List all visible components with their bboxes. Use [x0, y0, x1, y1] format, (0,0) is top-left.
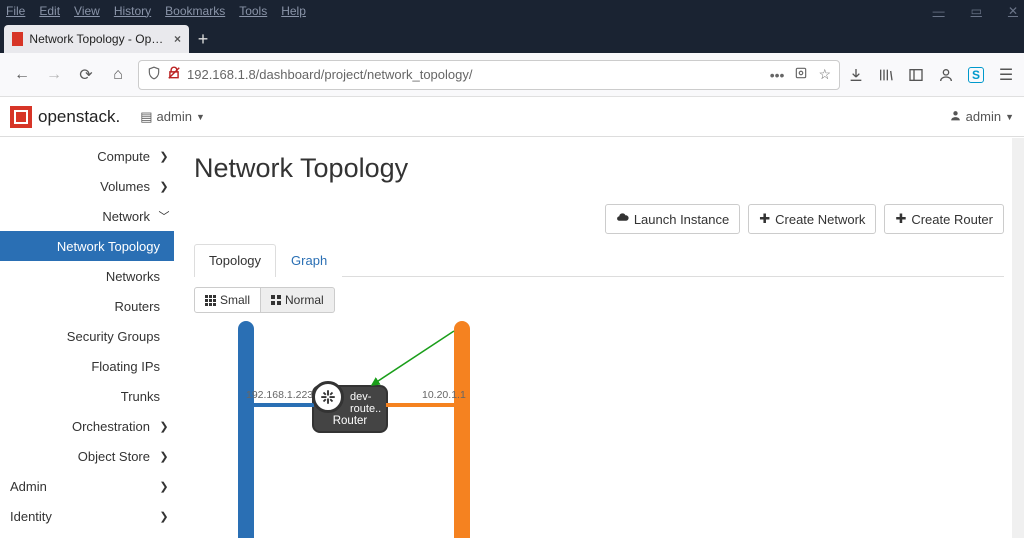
- app-menubar: File Edit View History Bookmarks Tools H…: [0, 0, 1024, 21]
- downloads-icon[interactable]: [848, 67, 864, 83]
- sidebar-item-identity[interactable]: Identity❯: [0, 501, 174, 531]
- browser-toolbar: ← → ⟳ ⌂ 192.168.1.8/dashboard/project/ne…: [0, 53, 1024, 97]
- menu-help[interactable]: Help: [281, 4, 306, 18]
- meatball-icon[interactable]: •••: [770, 67, 785, 83]
- chevron-right-icon: ❯: [154, 150, 174, 163]
- tab-title: Network Topology - OpenStack: [29, 32, 164, 46]
- sidebar-item-security-groups[interactable]: Security Groups: [0, 321, 174, 351]
- sidebar-item-object-store[interactable]: Object Store❯: [0, 441, 174, 471]
- sidebar-item-trunks[interactable]: Trunks: [0, 381, 174, 411]
- tab-topology[interactable]: Topology: [194, 244, 276, 277]
- sidebar-item-networks[interactable]: Networks: [0, 261, 174, 291]
- minimize-icon[interactable]: —: [933, 4, 945, 18]
- grid-small-icon: [205, 295, 216, 306]
- address-bar[interactable]: 192.168.1.8/dashboard/project/network_to…: [138, 60, 840, 90]
- project-selector[interactable]: ▤ admin ▼: [140, 109, 205, 125]
- cloud-icon: [616, 211, 629, 227]
- action-buttons: Launch Instance ✚ Create Network ✚ Creat…: [194, 204, 1004, 234]
- sidebar-toggle-icon[interactable]: [908, 67, 924, 83]
- browser-tab[interactable]: Network Topology - OpenStack ×: [4, 25, 189, 53]
- chevron-down-icon: ▼: [1005, 112, 1014, 122]
- chevron-right-icon: ❯: [154, 420, 174, 433]
- chevron-right-icon: ❯: [154, 510, 174, 523]
- link-line-pvt: [386, 403, 456, 407]
- back-button[interactable]: ←: [10, 63, 34, 87]
- user-name: admin: [966, 109, 1001, 124]
- openstack-logo-icon: [10, 106, 32, 128]
- chevron-right-icon: ❯: [154, 450, 174, 463]
- close-tab-icon[interactable]: ×: [174, 32, 181, 46]
- reload-button[interactable]: ⟳: [74, 63, 98, 87]
- size-small-button[interactable]: Small: [194, 287, 261, 313]
- home-button[interactable]: ⌂: [106, 63, 130, 87]
- extension-icon[interactable]: S: [968, 67, 984, 83]
- chevron-down-icon: ﹀: [154, 208, 174, 224]
- menu-bookmarks[interactable]: Bookmarks: [165, 4, 225, 18]
- router-type: Router: [320, 415, 380, 427]
- annotation-arrow-icon: [366, 327, 466, 397]
- brand-text: openstack.: [38, 107, 120, 127]
- shield-icon: [147, 66, 161, 83]
- sidebar-item-volumes[interactable]: Volumes❯: [0, 171, 174, 201]
- sidebar-item-compute[interactable]: Compute❯: [0, 141, 174, 171]
- openstack-logo[interactable]: openstack.: [10, 106, 120, 128]
- user-menu[interactable]: admin ▼: [949, 109, 1014, 125]
- ip-label-external: 192.168.1.223: [246, 389, 313, 401]
- plus-icon: ✚: [759, 211, 770, 227]
- forward-button[interactable]: →: [42, 63, 66, 87]
- router-icon: [312, 381, 344, 413]
- grid-normal-icon: [271, 295, 281, 305]
- topology-canvas[interactable]: external_network pvt_net 192.168.1.223 1…: [194, 321, 1004, 538]
- sidebar: Compute❯ Volumes❯ Network﹀ Network Topol…: [0, 137, 174, 538]
- chevron-right-icon: ❯: [154, 480, 174, 493]
- sidebar-item-orchestration[interactable]: Orchestration❯: [0, 411, 174, 441]
- close-window-icon[interactable]: ✕: [1008, 4, 1018, 18]
- domain-icon: ▤: [140, 109, 152, 125]
- size-toggle: Small Normal: [194, 287, 1004, 313]
- menu-history[interactable]: History: [114, 4, 151, 18]
- library-icon[interactable]: [878, 67, 894, 83]
- create-router-button[interactable]: ✚ Create Router: [884, 204, 1004, 234]
- project-name: admin: [157, 109, 192, 124]
- create-network-button[interactable]: ✚ Create Network: [748, 204, 876, 234]
- reader-icon[interactable]: [794, 66, 808, 83]
- view-tabs: Topology Graph: [194, 244, 1004, 277]
- menu-edit[interactable]: Edit: [39, 4, 60, 18]
- browser-tabbar: Network Topology - OpenStack × +: [0, 21, 1024, 53]
- size-normal-button[interactable]: Normal: [261, 287, 335, 313]
- bookmark-star-icon[interactable]: ☆: [818, 66, 831, 83]
- menu-tools[interactable]: Tools: [239, 4, 267, 18]
- menu-file[interactable]: File: [6, 4, 25, 18]
- user-icon: [949, 109, 962, 125]
- network-bar-external[interactable]: external_network: [238, 321, 254, 538]
- new-tab-button[interactable]: +: [189, 25, 217, 53]
- sidebar-item-routers[interactable]: Routers: [0, 291, 174, 321]
- scrollbar[interactable]: [1012, 138, 1024, 538]
- plus-icon: ✚: [895, 211, 906, 227]
- sidebar-item-network-topology[interactable]: Network Topology: [0, 231, 174, 261]
- content-area: Network Topology Launch Instance ✚ Creat…: [174, 137, 1024, 538]
- openstack-navbar: openstack. ▤ admin ▼ admin ▼: [0, 97, 1024, 137]
- launch-instance-button[interactable]: Launch Instance: [605, 204, 740, 234]
- sidebar-item-floating-ips[interactable]: Floating IPs: [0, 351, 174, 381]
- maximize-icon[interactable]: ▭: [971, 4, 982, 18]
- insecure-icon: [167, 66, 181, 83]
- favicon-icon: [12, 32, 23, 46]
- page-title: Network Topology: [194, 153, 1004, 184]
- menu-view[interactable]: View: [74, 4, 100, 18]
- tab-graph[interactable]: Graph: [276, 244, 342, 277]
- router-node[interactable]: dev-route.. Router: [312, 381, 344, 413]
- link-line-external: [252, 403, 314, 407]
- sidebar-item-admin[interactable]: Admin❯: [0, 471, 174, 501]
- chevron-down-icon: ▼: [196, 112, 205, 122]
- hamburger-icon[interactable]: ☰: [998, 67, 1014, 83]
- chevron-right-icon: ❯: [154, 180, 174, 193]
- sidebar-item-network[interactable]: Network﹀: [0, 201, 174, 231]
- url-text: 192.168.1.8/dashboard/project/network_to…: [187, 67, 472, 82]
- account-icon[interactable]: [938, 67, 954, 83]
